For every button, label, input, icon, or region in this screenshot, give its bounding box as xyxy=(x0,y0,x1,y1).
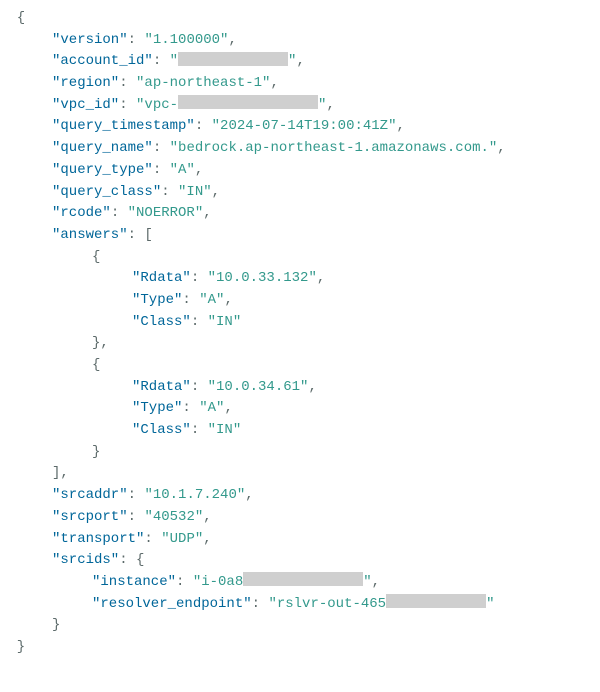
redacted-vpc-id xyxy=(178,95,318,109)
redacted-account-id xyxy=(178,52,288,66)
key-region: "region" xyxy=(52,75,119,91)
key-instance: "instance" xyxy=(92,574,176,590)
val-version: "1.100000" xyxy=(144,32,228,48)
key-a1-class: "Class" xyxy=(132,422,191,438)
brace-open: { xyxy=(0,10,25,26)
answer-0-open: { xyxy=(92,249,100,265)
val-query-name: "bedrock.ap-northeast-1.amazonaws.com." xyxy=(170,140,498,156)
key-rcode: "rcode" xyxy=(52,205,111,221)
key-account-id: "account_id" xyxy=(52,53,153,69)
answer-1-close: } xyxy=(92,444,100,460)
redacted-resolver xyxy=(386,594,486,608)
key-srcids: "srcids" xyxy=(52,552,119,568)
answer-0-close: }, xyxy=(92,335,109,351)
key-resolver-endpoint: "resolver_endpoint" xyxy=(92,596,252,612)
key-srcport: "srcport" xyxy=(52,509,128,525)
val-a0-class: "IN" xyxy=(208,314,242,330)
key-a0-class: "Class" xyxy=(132,314,191,330)
key-srcaddr: "srcaddr" xyxy=(52,487,128,503)
val-rcode: "NOERROR" xyxy=(128,205,204,221)
val-srcport: "40532" xyxy=(144,509,203,525)
key-version: "version" xyxy=(52,32,128,48)
key-answers: "answers" xyxy=(52,227,128,243)
key-query-type: "query_type" xyxy=(52,162,153,178)
val-srcaddr: "10.1.7.240" xyxy=(144,487,245,503)
val-instance-post: " xyxy=(363,574,371,590)
key-query-name: "query_name" xyxy=(52,140,153,156)
key-a1-rdata: "Rdata" xyxy=(132,379,191,395)
val-a0-rdata: "10.0.33.132" xyxy=(208,270,317,286)
key-vpc-id: "vpc_id" xyxy=(52,97,119,113)
val-query-type: "A" xyxy=(170,162,195,178)
json-code-block: { "version": "1.100000", "account_id": "… xyxy=(0,0,600,659)
val-a1-rdata: "10.0.34.61" xyxy=(208,379,309,395)
srcids-close: } xyxy=(52,617,60,633)
val-query-class: "IN" xyxy=(178,184,212,200)
val-vpc-id-pre: "vpc- xyxy=(136,97,178,113)
val-resolver-pre: "rslvr-out-465 xyxy=(268,596,386,612)
val-resolver-post: " xyxy=(486,596,494,612)
key-query-class: "query_class" xyxy=(52,184,161,200)
val-a1-class: "IN" xyxy=(208,422,242,438)
answers-close: ], xyxy=(52,465,69,481)
key-a0-rdata: "Rdata" xyxy=(132,270,191,286)
val-query-timestamp: "2024-07-14T19:00:41Z" xyxy=(212,118,397,134)
answer-1-open: { xyxy=(92,357,100,373)
val-instance-pre: "i-0a8 xyxy=(193,574,243,590)
redacted-instance xyxy=(243,572,363,586)
brace-close: } xyxy=(0,639,25,655)
val-transport: "UDP" xyxy=(161,531,203,547)
key-transport: "transport" xyxy=(52,531,144,547)
key-a0-type: "Type" xyxy=(132,292,182,308)
val-a0-type: "A" xyxy=(199,292,224,308)
val-a1-type: "A" xyxy=(199,400,224,416)
val-region: "ap-northeast-1" xyxy=(136,75,270,91)
val-account-id-pre: " xyxy=(170,53,178,69)
key-query-timestamp: "query_timestamp" xyxy=(52,118,195,134)
key-a1-type: "Type" xyxy=(132,400,182,416)
